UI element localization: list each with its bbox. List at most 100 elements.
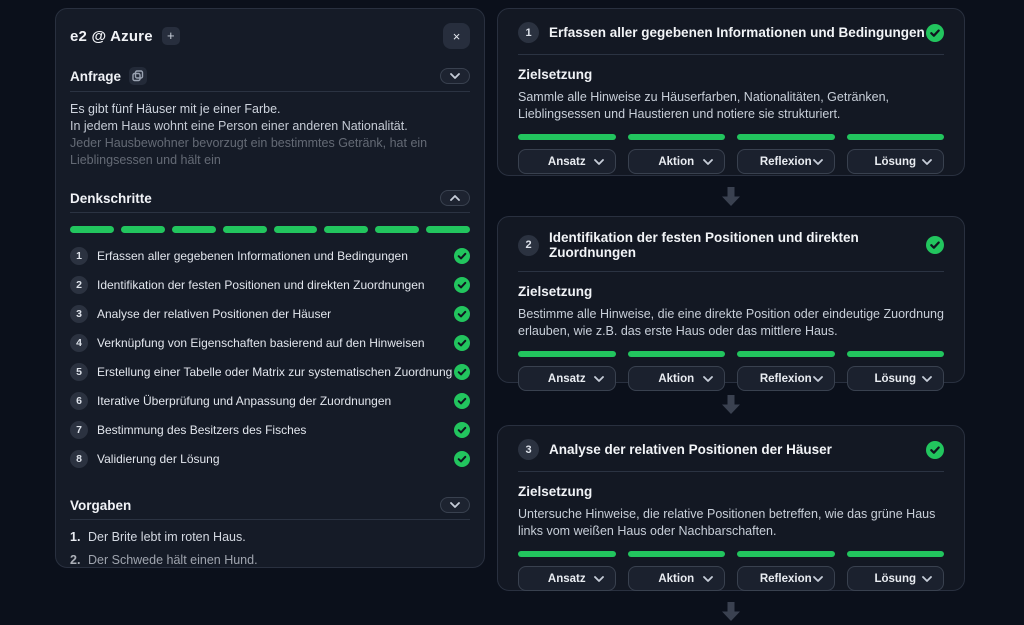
chevron-down-icon [813,576,823,582]
dropdown-aktion[interactable]: Aktion [628,366,726,391]
chevron-down-icon [922,376,932,382]
step-label: Erfassen aller gegebenen Informationen u… [97,249,408,263]
session-panel: e2 @ Azure + × Anfrage Es gibt fünf Häus… [55,8,485,568]
chevron-down-icon [922,576,932,582]
step-label: Iterative Überprüfung und Anpassung der … [97,394,391,408]
session-title: e2 @ Azure [70,28,153,45]
card-number-badge: 2 [518,235,539,256]
section-anfrage: Anfrage Es gibt fünf Häuser mit je einer… [70,67,470,169]
vorgaben-item-text: Der Schwede hält einen Hund. [88,553,258,568]
divider [70,519,470,520]
card-description: Sammle alle Hinweise zu Häuserfarben, Na… [518,89,944,123]
section-denkschritte: Denkschritte 1 Erfassen aller geg [70,190,470,473]
step-row[interactable]: 5 Erstellung einer Tabelle oder Matrix z… [70,357,470,386]
progress-segment [426,226,470,233]
progress-segment [172,226,216,233]
vorgaben-label: Vorgaben [70,498,131,513]
step-label: Identifikation der festen Positionen und… [97,278,425,292]
chevron-down-icon [813,376,823,382]
step-label: Bestimmung des Besitzers des Fisches [97,423,306,437]
anfrage-line: Es gibt fünf Häuser mit je einer Farbe. [70,101,470,118]
chevron-down-icon [813,159,823,165]
close-button[interactable]: × [443,23,470,49]
card-number-badge: 3 [518,439,539,460]
progress-segment [274,226,318,233]
anfrage-label: Anfrage [70,69,121,84]
progress-bar [628,134,726,140]
step-row[interactable]: 1 Erfassen aller gegebenen Informationen… [70,241,470,270]
dropdown-aktion[interactable]: Aktion [628,149,726,174]
vorgaben-item-number: 1. [70,530,88,545]
denkschritte-collapse-button[interactable] [440,190,470,206]
step-label: Analyse der relativen Positionen der Häu… [97,307,331,321]
check-circle-icon [926,236,944,254]
steps-progress-bar [70,226,470,233]
arrow-down-icon [718,184,744,210]
app-screen: e2 @ Azure + × Anfrage Es gibt fünf Häus… [0,0,1024,625]
step-number-badge: 3 [70,305,88,323]
step-row[interactable]: 8 Validierung der Lösung [70,444,470,473]
chevron-down-icon [450,73,460,79]
chevron-down-icon [922,159,932,165]
dropdown-loesung[interactable]: Lösung [847,149,945,174]
dropdown-ansatz[interactable]: Ansatz [518,366,616,391]
step-row[interactable]: 6 Iterative Überprüfung und Anpassung de… [70,386,470,415]
step-card-3: 3 Analyse der relativen Positionen der H… [497,425,965,591]
step-row[interactable]: 4 Verknüpfung von Eigenschaften basieren… [70,328,470,357]
chevron-down-icon [594,576,604,582]
step-number-badge: 5 [70,363,88,381]
step-label: Erstellung einer Tabelle oder Matrix zur… [97,365,452,379]
zielsetzung-label: Zielsetzung [518,484,944,499]
zielsetzung-label: Zielsetzung [518,284,944,299]
dropdown-ansatz[interactable]: Ansatz [518,566,616,591]
step-label: Validierung der Lösung [97,452,220,466]
check-circle-icon [454,422,470,438]
copy-button[interactable] [129,67,147,85]
step-card-1: 1 Erfassen aller gegebenen Informationen… [497,8,965,176]
progress-segment [121,226,165,233]
card-progress-bars [518,134,944,140]
vorgaben-collapse-button[interactable] [440,497,470,513]
step-row[interactable]: 3 Analyse der relativen Positionen der H… [70,299,470,328]
progress-bar [628,351,726,357]
check-circle-icon [454,277,470,293]
step-number-badge: 6 [70,392,88,410]
step-row[interactable]: 2 Identifikation der festen Positionen u… [70,270,470,299]
progress-bar [628,551,726,557]
check-circle-icon [454,335,470,351]
card-dropdowns: Ansatz Aktion Reflexion Lösung [518,366,944,391]
card-number-badge: 1 [518,22,539,43]
dropdown-reflexion[interactable]: Reflexion [737,366,835,391]
dropdown-aktion[interactable]: Aktion [628,566,726,591]
zielsetzung-label: Zielsetzung [518,67,944,82]
copy-icon [132,70,144,82]
chevron-down-icon [703,376,713,382]
progress-bar [737,134,835,140]
dropdown-ansatz[interactable]: Ansatz [518,149,616,174]
progress-bar [847,134,945,140]
anfrage-collapse-button[interactable] [440,68,470,84]
progress-bar [847,351,945,357]
progress-bar [518,551,616,557]
card-dropdowns: Ansatz Aktion Reflexion Lösung [518,566,944,591]
step-row[interactable]: 7 Bestimmung des Besitzers des Fisches [70,415,470,444]
anfrage-text: Es gibt fünf Häuser mit je einer Farbe. … [70,101,470,169]
check-circle-icon [454,306,470,322]
check-circle-icon [454,248,470,264]
dropdown-loesung[interactable]: Lösung [847,366,945,391]
add-session-button[interactable]: + [162,27,180,45]
card-title: Erfassen aller gegebenen Informationen u… [549,25,925,40]
step-label: Verknüpfung von Eigenschaften basierend … [97,336,425,350]
dropdown-loesung[interactable]: Lösung [847,566,945,591]
card-description: Untersuche Hinweise, die relative Positi… [518,506,944,540]
card-description: Bestimme alle Hinweise, die eine direkte… [518,306,944,340]
progress-bar [737,551,835,557]
progress-bar [518,134,616,140]
card-progress-bars [518,551,944,557]
session-header: e2 @ Azure + × [70,22,470,50]
dropdown-reflexion[interactable]: Reflexion [737,149,835,174]
dropdown-reflexion[interactable]: Reflexion [737,566,835,591]
vorgaben-item: 1. Der Brite lebt im roten Haus. [70,530,470,545]
step-number-badge: 2 [70,276,88,294]
vorgaben-item-text: Der Brite lebt im roten Haus. [88,530,246,545]
